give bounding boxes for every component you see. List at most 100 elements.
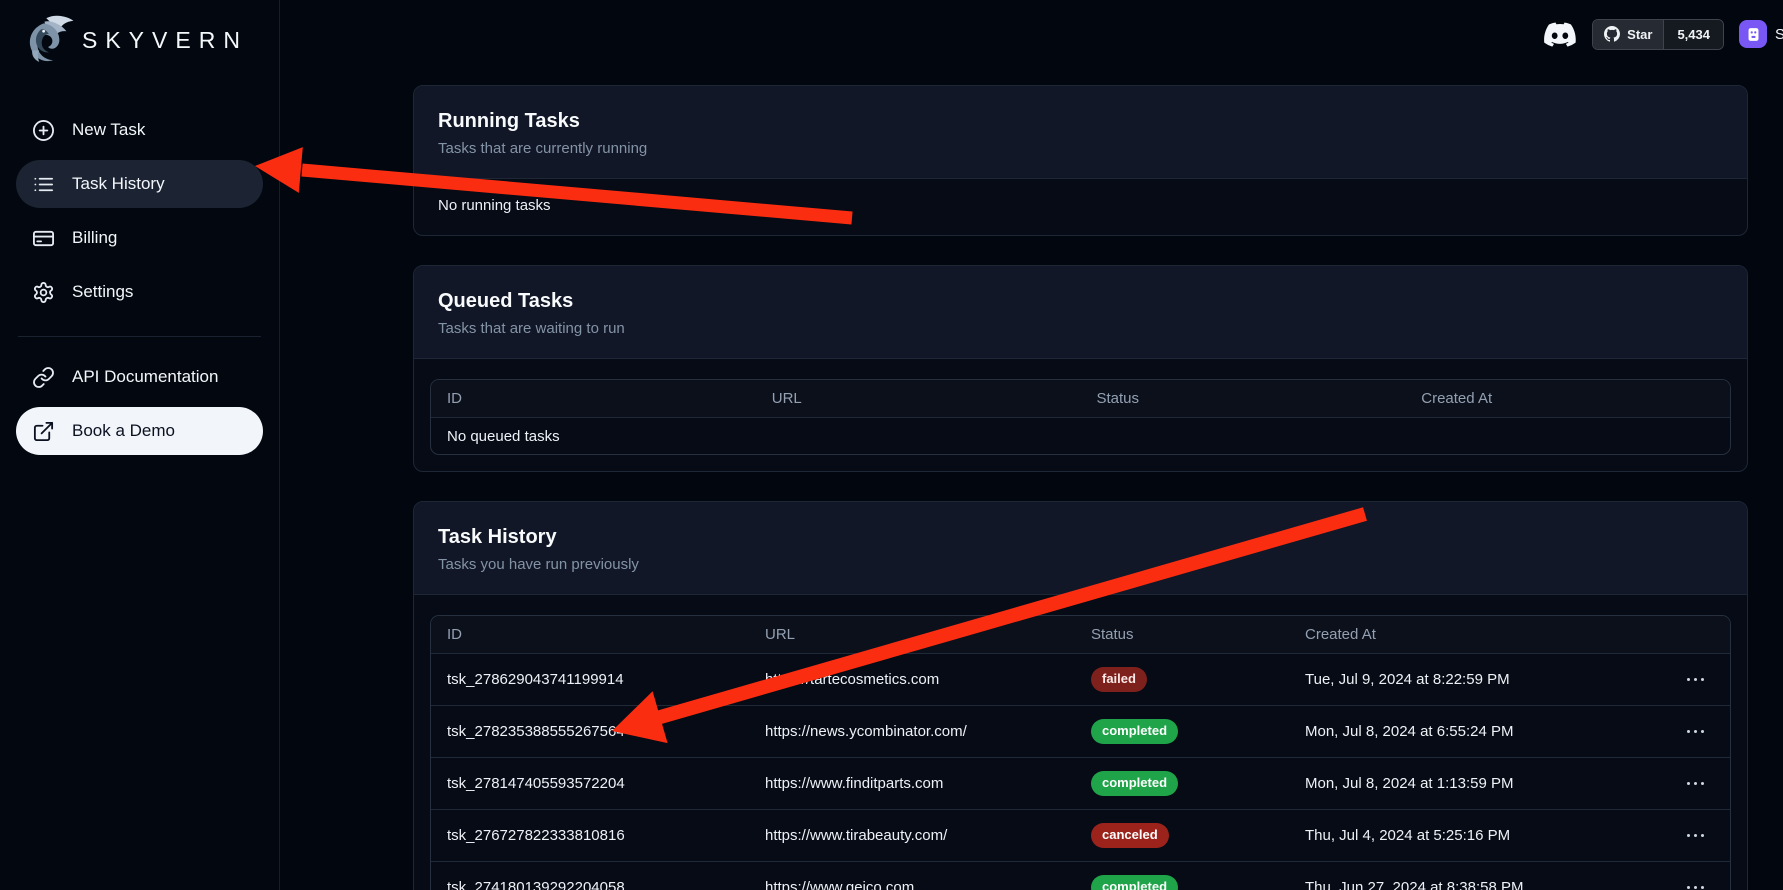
external-link-icon: [32, 420, 55, 443]
task-url-cell: https://www.finditparts.com: [749, 775, 1075, 792]
gear-icon: [32, 281, 55, 304]
table-header-row: ID URL Status Created At: [431, 380, 1730, 417]
github-star-label: Star: [1627, 27, 1652, 42]
github-icon: [1604, 26, 1620, 42]
task-created-at-cell: Thu, Jul 4, 2024 at 5:25:16 PM: [1289, 827, 1600, 844]
github-star-button[interactable]: Star 5,434: [1592, 19, 1724, 50]
queued-tasks-header: Queued Tasks Tasks that are waiting to r…: [414, 266, 1747, 359]
running-tasks-card: Running Tasks Tasks that are currently r…: [413, 85, 1748, 236]
sidebar: SKYVERN New Task Task History Billin: [0, 0, 280, 890]
app-window: SKYVERN New Task Task History Billin: [0, 0, 1783, 890]
task-status-cell: failed: [1075, 667, 1289, 691]
column-header-id: ID: [431, 390, 756, 407]
main-area: Star 5,434 Skyvern: [280, 0, 1783, 890]
sidebar-item-task-history[interactable]: Task History: [16, 160, 263, 208]
task-status-cell: canceled: [1075, 823, 1289, 847]
list-icon: [32, 173, 55, 196]
card-title: Task History: [438, 526, 1723, 549]
skyvern-dragon-icon: [20, 12, 76, 68]
status-badge: failed: [1091, 667, 1147, 691]
sidebar-item-label: API Documentation: [72, 367, 218, 387]
sidebar-item-api-documentation[interactable]: API Documentation: [16, 353, 263, 401]
column-header-status: Status: [1081, 390, 1406, 407]
table-header-row: ID URL Status Created At: [431, 616, 1730, 653]
queued-tasks-empty-text: No queued tasks: [431, 428, 560, 445]
task-id-cell: tsk_278147405593572204: [431, 775, 749, 792]
status-badge: canceled: [1091, 823, 1169, 847]
task-status-cell: completed: [1075, 719, 1289, 743]
task-actions-cell: [1600, 776, 1730, 792]
task-actions-cell: [1600, 880, 1730, 890]
task-url-cell: https://news.ycombinator.com/: [749, 723, 1075, 740]
sidebar-item-billing[interactable]: Billing: [16, 214, 263, 262]
topbar: Star 5,434 Skyvern: [280, 0, 1783, 62]
task-history-row[interactable]: tsk_278629043741199914https://tartecosme…: [431, 653, 1730, 705]
task-history-row[interactable]: tsk_278235388555267564https://news.ycomb…: [431, 705, 1730, 757]
sidebar-nav: New Task Task History Billing: [16, 96, 263, 461]
task-created-at-cell: Thu, Jun 27, 2024 at 8:38:58 PM: [1289, 879, 1600, 890]
link-icon: [32, 366, 55, 389]
task-history-card: Task History Tasks you have run previous…: [413, 501, 1748, 890]
card-title: Running Tasks: [438, 110, 1723, 133]
task-history-row[interactable]: tsk_274180139292204058https://www.geico.…: [431, 861, 1730, 890]
column-header-url: URL: [756, 390, 1081, 407]
task-history-row[interactable]: tsk_278147405593572204https://www.findit…: [431, 757, 1730, 809]
status-badge: completed: [1091, 771, 1178, 795]
task-id-cell: tsk_278235388555267564: [431, 723, 749, 740]
sidebar-item-book-a-demo[interactable]: Book a Demo: [16, 407, 263, 455]
sidebar-item-label: Billing: [72, 228, 117, 248]
ellipsis-icon[interactable]: [1685, 724, 1707, 740]
github-star-count: 5,434: [1677, 27, 1710, 42]
queued-tasks-empty-row: No queued tasks: [431, 417, 1730, 454]
task-url-cell: https://tartecosmetics.com: [749, 671, 1075, 688]
task-id-cell: tsk_278629043741199914: [431, 671, 749, 688]
task-actions-cell: [1600, 724, 1730, 740]
column-header-url: URL: [749, 626, 1075, 643]
org-name: Skyvern: [1775, 26, 1783, 43]
org-avatar-icon: [1739, 20, 1767, 48]
task-status-cell: completed: [1075, 875, 1289, 890]
plus-circle-icon: [32, 119, 55, 142]
running-tasks-empty-text: No running tasks: [414, 179, 1747, 235]
credit-card-icon: [32, 227, 55, 250]
sidebar-item-label: Settings: [72, 282, 133, 302]
page-content: Running Tasks Tasks that are currently r…: [413, 85, 1748, 890]
sidebar-item-new-task[interactable]: New Task: [16, 106, 263, 154]
card-title: Queued Tasks: [438, 290, 1723, 313]
skyvern-logo[interactable]: SKYVERN: [16, 8, 263, 72]
task-history-row[interactable]: tsk_276727822333810816https://www.tirabe…: [431, 809, 1730, 861]
task-created-at-cell: Mon, Jul 8, 2024 at 6:55:24 PM: [1289, 723, 1600, 740]
column-header-id: ID: [431, 626, 749, 643]
column-header-created-at: Created At: [1289, 626, 1600, 643]
sidebar-item-label: Task History: [72, 174, 165, 194]
column-header-created-at: Created At: [1405, 390, 1730, 407]
ellipsis-icon[interactable]: [1685, 828, 1707, 844]
ellipsis-icon[interactable]: [1685, 672, 1707, 688]
sidebar-item-label: Book a Demo: [72, 421, 175, 441]
queued-tasks-card: Queued Tasks Tasks that are waiting to r…: [413, 265, 1748, 472]
task-id-cell: tsk_274180139292204058: [431, 879, 749, 890]
discord-icon[interactable]: [1543, 17, 1577, 51]
sidebar-item-label: New Task: [72, 120, 145, 140]
ellipsis-icon[interactable]: [1685, 776, 1707, 792]
sidebar-divider: [18, 336, 261, 337]
task-actions-cell: [1600, 828, 1730, 844]
task-history-header: Task History Tasks you have run previous…: [414, 502, 1747, 595]
task-created-at-cell: Mon, Jul 8, 2024 at 1:13:59 PM: [1289, 775, 1600, 792]
card-subtitle: Tasks that are waiting to run: [438, 320, 1723, 337]
logo-wordmark: SKYVERN: [82, 27, 248, 54]
queued-tasks-table: ID URL Status Created At No queued tasks: [430, 379, 1731, 455]
task-url-cell: https://www.tirabeauty.com/: [749, 827, 1075, 844]
column-header-status: Status: [1075, 626, 1289, 643]
sidebar-item-settings[interactable]: Settings: [16, 268, 263, 316]
running-tasks-header: Running Tasks Tasks that are currently r…: [414, 86, 1747, 179]
status-badge: completed: [1091, 875, 1178, 890]
task-created-at-cell: Tue, Jul 9, 2024 at 8:22:59 PM: [1289, 671, 1600, 688]
task-id-cell: tsk_276727822333810816: [431, 827, 749, 844]
org-menu[interactable]: Skyvern: [1739, 20, 1783, 48]
ellipsis-icon[interactable]: [1685, 880, 1707, 890]
card-subtitle: Tasks that are currently running: [438, 140, 1723, 157]
task-url-cell: https://www.geico.com: [749, 879, 1075, 890]
task-status-cell: completed: [1075, 771, 1289, 795]
task-actions-cell: [1600, 672, 1730, 688]
